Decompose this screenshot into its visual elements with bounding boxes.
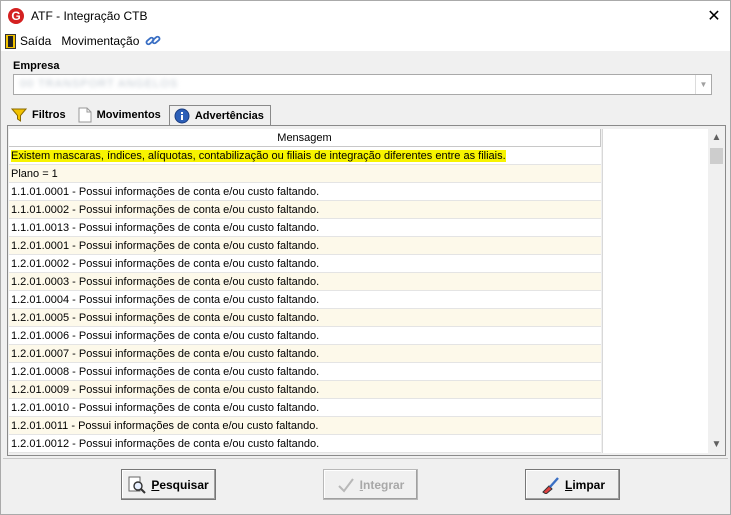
messages-grid[interactable]: Mensagem Existem mascaras, índices, alíq… (9, 129, 601, 453)
table-row[interactable]: 1.2.01.0011 - Possui informações de cont… (9, 417, 601, 435)
table-row[interactable]: 1.2.01.0009 - Possui informações de cont… (9, 381, 601, 399)
menu-label-saida: Saída (20, 34, 52, 48)
table-row[interactable]: 1.2.01.0006 - Possui informações de cont… (9, 327, 601, 345)
title-bar: G ATF - Integração CTB ✕ (1, 1, 730, 31)
exit-door-icon (5, 33, 16, 49)
menu-item-saida[interactable]: Saída (1, 31, 57, 51)
warning-row[interactable]: Existem mascaras, índices, alíquotas, co… (9, 147, 601, 165)
table-row[interactable]: 1.1.01.0013 - Possui informações de cont… (9, 219, 601, 237)
table-row[interactable]: 1.1.01.0001 - Possui informações de cont… (9, 183, 601, 201)
table-row[interactable]: 1.2.01.0001 - Possui informações de cont… (9, 237, 601, 255)
atf-integracao-window: G ATF - Integração CTB ✕ Saída Movimenta… (0, 0, 731, 515)
row-message: 1.2.01.0003 - Possui informações de cont… (11, 275, 320, 288)
app-logo-icon: G (8, 8, 24, 24)
table-row[interactable]: 1.2.01.0008 - Possui informações de cont… (9, 363, 601, 381)
tab-strip: Filtros Movimentos Advertências (7, 103, 273, 125)
chevron-down-icon[interactable]: ▼ (695, 75, 711, 94)
table-row[interactable]: 1.2.01.0007 - Possui informações de cont… (9, 345, 601, 363)
row-message: 1.2.01.0002 - Possui informações de cont… (11, 257, 320, 270)
close-button[interactable]: ✕ (698, 1, 730, 31)
row-message: 1.2.01.0010 - Possui informações de cont… (11, 401, 320, 414)
checkmark-icon (337, 477, 355, 493)
table-row[interactable]: 1.2.01.0005 - Possui informações de cont… (9, 309, 601, 327)
row-message: 1.2.01.0012 - Possui informações de cont… (11, 437, 320, 450)
tab-advertencias[interactable]: Advertências (168, 105, 271, 125)
window-title: ATF - Integração CTB (31, 9, 148, 23)
tab-label-movimentos: Movimentos (96, 109, 161, 121)
row-message: 1.1.01.0001 - Possui informações de cont… (11, 185, 320, 198)
table-row[interactable]: 1.2.01.0010 - Possui informações de cont… (9, 399, 601, 417)
limpar-button[interactable]: Limpar (525, 469, 620, 500)
row-message: 1.2.01.0004 - Possui informações de cont… (11, 293, 320, 306)
row-message: 1.2.01.0006 - Possui informações de cont… (11, 329, 320, 342)
integrar-button[interactable]: Integrar (323, 469, 418, 500)
grid-body: Existem mascaras, índices, alíquotas, co… (9, 147, 601, 453)
empresa-select[interactable]: 00 TRANSPORT ANGELOS ▼ (13, 74, 712, 95)
scroll-thumb[interactable] (710, 148, 723, 164)
grid-empty-area (602, 129, 708, 453)
row-message: Existem mascaras, índices, alíquotas, co… (11, 149, 506, 162)
tab-label-filtros: Filtros (32, 109, 66, 121)
scroll-down-icon[interactable]: ▼ (708, 436, 725, 453)
table-row[interactable]: Plano = 1 (9, 165, 601, 183)
tab-movimentos[interactable]: Movimentos (74, 105, 167, 125)
vertical-scrollbar[interactable]: ▲ ▼ (708, 129, 725, 453)
tab-label-advertencias: Advertências (194, 109, 264, 122)
row-message: Plano = 1 (11, 167, 58, 180)
row-message: 1.2.01.0008 - Possui informações de cont… (11, 365, 320, 378)
integrar-label: Integrar (359, 477, 405, 492)
row-message: 1.1.01.0002 - Possui informações de cont… (11, 203, 320, 216)
magnifier-document-icon (128, 476, 147, 494)
funnel-icon (11, 107, 27, 123)
row-message: 1.2.01.0001 - Possui informações de cont… (11, 239, 320, 252)
empresa-label: Empresa (13, 60, 60, 72)
limpar-label: Limpar (564, 477, 606, 492)
row-message: 1.2.01.0011 - Possui informações de cont… (11, 419, 319, 432)
menu-bar: Saída Movimentação (1, 31, 730, 51)
document-icon (78, 107, 92, 123)
row-message: 1.2.01.0007 - Possui informações de cont… (11, 347, 320, 360)
pesquisar-label: Pesquisar (151, 477, 209, 492)
pesquisar-button[interactable]: Pesquisar (121, 469, 216, 500)
table-row[interactable]: 1.2.01.0003 - Possui informações de cont… (9, 273, 601, 291)
empresa-value: 00 TRANSPORT ANGELOS (20, 78, 179, 90)
chain-link-icon (145, 35, 161, 46)
divider (3, 458, 728, 459)
table-row[interactable]: 1.1.01.0002 - Possui informações de cont… (9, 201, 601, 219)
row-message: 1.2.01.0009 - Possui informações de cont… (11, 383, 320, 396)
menu-item-movimentacao[interactable]: Movimentação (57, 31, 167, 51)
column-header-mensagem[interactable]: Mensagem (9, 129, 601, 147)
advertencias-panel: Mensagem Existem mascaras, índices, alíq… (7, 125, 726, 456)
menu-label-movimentacao: Movimentação (61, 34, 140, 48)
scroll-up-icon[interactable]: ▲ (708, 129, 725, 146)
close-icon: ✕ (707, 8, 721, 25)
info-icon (174, 108, 190, 124)
row-message: 1.2.01.0005 - Possui informações de cont… (11, 311, 320, 324)
table-row[interactable]: 1.2.01.0002 - Possui informações de cont… (9, 255, 601, 273)
table-row[interactable]: 1.2.01.0004 - Possui informações de cont… (9, 291, 601, 309)
row-message: 1.1.01.0013 - Possui informações de cont… (11, 221, 320, 234)
table-row[interactable]: 1.2.01.0012 - Possui informações de cont… (9, 435, 601, 453)
tab-filtros[interactable]: Filtros (7, 105, 72, 125)
eraser-brush-icon (540, 476, 560, 494)
svg-text:G: G (11, 9, 20, 23)
